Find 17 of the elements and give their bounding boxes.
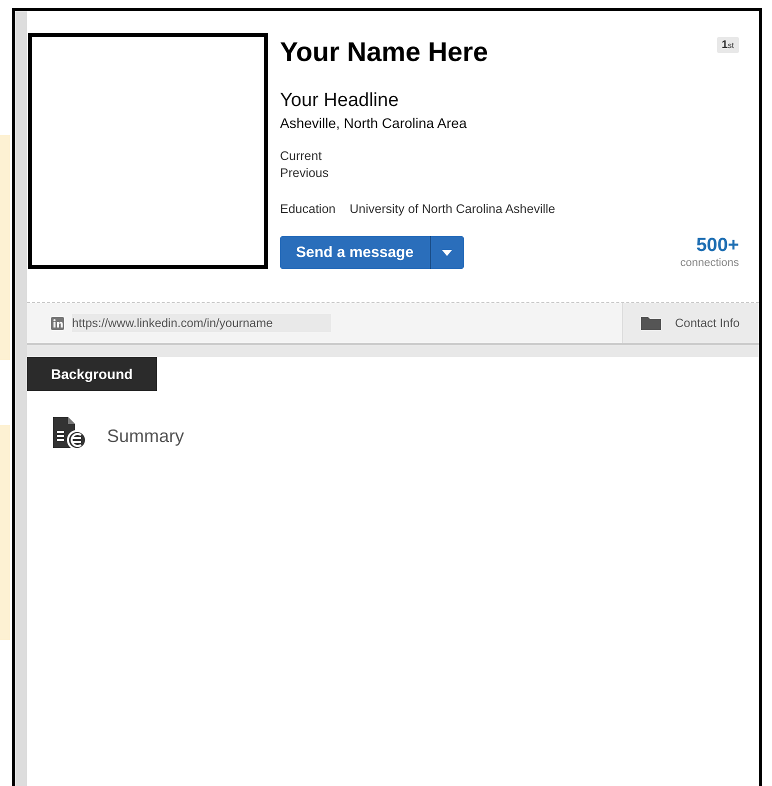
- connections-label: connections: [680, 257, 739, 269]
- current-label: Current: [280, 149, 323, 163]
- profile-url[interactable]: https://www.linkedin.com/in/yourname: [72, 314, 331, 332]
- background-tab[interactable]: Background: [27, 357, 157, 391]
- caret-icon: [442, 250, 452, 256]
- summary-heading: Summary: [107, 426, 184, 446]
- education-label: Education: [280, 202, 336, 216]
- headline: Your Headline: [280, 90, 400, 112]
- send-message-button[interactable]: Send a message: [280, 236, 431, 269]
- profile-name: Your Name Here: [280, 37, 488, 68]
- location: Asheville, North Carolina Area: [280, 115, 468, 131]
- connections-count: 500+: [695, 235, 739, 257]
- contact-info-button[interactable]: Contact Info: [622, 303, 759, 343]
- folder-icon: [641, 316, 661, 330]
- education-value: University of North Carolina Asheville: [350, 202, 556, 216]
- linkedin-icon: [51, 316, 64, 330]
- previous-label: Previous: [280, 166, 330, 180]
